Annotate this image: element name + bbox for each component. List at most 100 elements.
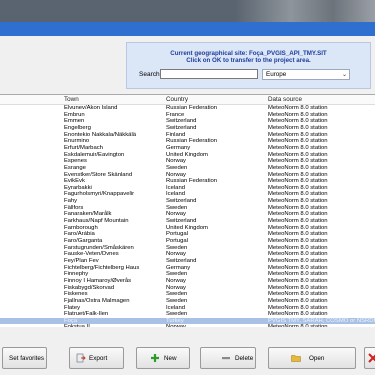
table-row[interactable]: Espenes Norway MeteoNorm 8.0 station xyxy=(0,158,375,165)
data-source-cell: MeteoNorm 8.0 station xyxy=(268,224,328,231)
delete-label: Delete xyxy=(235,355,254,362)
open-label: Open xyxy=(309,355,325,362)
data-source-cell: MeteoNorm 8.0 station xyxy=(268,231,328,238)
data-source-cell: MeteoNorm 8.0 station xyxy=(268,164,328,171)
export-label: Export xyxy=(89,355,108,362)
data-source-cell: MeteoNorm 8.0 station xyxy=(268,297,328,304)
delete-button[interactable]: Delete xyxy=(200,347,256,369)
table-row[interactable]: Evenstker/Store Skänland Norway MeteoNorm … xyxy=(0,172,375,179)
data-source-cell: MeteoNorm 8.0 station xyxy=(268,311,328,318)
table-row[interactable]: Finnoy I Hamaroy/Øverås Norway MeteoNorm 8… xyxy=(0,278,375,285)
town-cell: Embrun xyxy=(64,111,85,118)
column-header-data-source[interactable]: Data source xyxy=(268,96,302,103)
table-row[interactable]: Emmen Switzerland MeteoNorm 8.0 station xyxy=(0,118,375,125)
table-row[interactable]: Eskdalemuir/Eavington United Kingdom Meteo… xyxy=(0,152,375,159)
site-info-box: Current geographical site: Foça_PVGIS_AP… xyxy=(126,42,371,89)
country-cell: Sweden xyxy=(166,311,188,318)
data-source-cell: MeteoNorm 8.0 station xyxy=(268,144,328,151)
country-cell: Sweden xyxy=(166,291,188,298)
town-cell: Esrange xyxy=(64,164,86,171)
data-source-cell: MeteoNorm 8.0 station xyxy=(268,257,328,264)
table-row[interactable]: Farstugrunden/Småskären Sweden MeteoNorm 8… xyxy=(0,245,375,252)
table-row[interactable]: Eyrarbakki Iceland MeteoNorm 8.0 station xyxy=(0,185,375,192)
table-row[interactable]: Farkhaus/Napf Mountain Switzerland MeteoNo… xyxy=(0,218,375,225)
set-favorites-label: Set favorites xyxy=(9,355,44,362)
town-cell: Erfurt/Marbach xyxy=(64,144,103,151)
current-site-text: Current geographical site: Foça_PVGIS_AP… xyxy=(170,50,327,57)
table-row[interactable]: Engelberg Switzerland MeteoNorm 8.0 statio… xyxy=(0,125,375,132)
country-cell: Norway xyxy=(166,211,186,218)
town-cell: Fey/Plan Fev xyxy=(64,257,99,264)
table-row[interactable]: Enurmino Russian Federation MeteoNorm 8.0 … xyxy=(0,138,375,145)
town-cell: EvikEvk xyxy=(64,178,85,185)
table-row[interactable]: Faro/Arábia Portugal MeteoNorm 8.0 station xyxy=(0,231,375,238)
region-select[interactable]: Europe ⌄ xyxy=(262,69,350,80)
new-button[interactable]: New xyxy=(136,347,190,369)
table-row[interactable]: Fällfors Sweden MeteoNorm 8.0 station xyxy=(0,205,375,212)
new-label: New xyxy=(164,355,177,362)
country-cell: Switzerland xyxy=(166,124,197,131)
transfer-hint-text: Click on OK to transfer to the project a… xyxy=(186,57,311,64)
table-row[interactable]: Flatey Iceland MeteoNorm 8.0 station xyxy=(0,305,375,312)
table-row[interactable]: Fjallnas/Ostra Malmagen Sweden MeteoNorm 8… xyxy=(0,298,375,305)
country-cell: United Kingdom xyxy=(166,224,208,231)
cancel-button[interactable] xyxy=(364,347,375,369)
region-select-value: Europe xyxy=(266,71,287,78)
table-row[interactable]: Enontekio Nakkala/Näkkälä Finland MeteoNor… xyxy=(0,132,375,139)
table-row[interactable]: Fanaraken/Marålk Norway MeteoNorm 8.0 stat… xyxy=(0,211,375,218)
table-row[interactable]: Flatruet/Falk-Ilen Sweden MeteoNorm 8.0 st… xyxy=(0,311,375,318)
table-row[interactable]: Fiskenes Sweden MeteoNorm 8.0 station xyxy=(0,291,375,298)
town-cell: Fagurholsmyri/Knappavelir xyxy=(64,191,135,198)
table-row[interactable]: Fichtelberg/Fichtelberg Haus Germany Meteo… xyxy=(0,265,375,272)
table-row[interactable]: Fey/Plan Fev Switzerland MeteoNorm 8.0 sta… xyxy=(0,258,375,265)
table-row[interactable]: Finnephy Sweden MeteoNorm 8.0 station xyxy=(0,271,375,278)
town-cell: Fanaraken/Marålk xyxy=(64,211,112,218)
country-cell: Iceland xyxy=(166,191,185,198)
town-cell: Espenes xyxy=(64,158,87,165)
country-cell: Norway xyxy=(166,158,186,165)
delete-icon xyxy=(222,357,230,360)
folder-icon xyxy=(291,355,301,362)
table-row[interactable]: Fagurholsmyri/Knappavelir Iceland MeteoNor… xyxy=(0,191,375,198)
export-button[interactable]: Export xyxy=(69,347,124,369)
town-cell: Farstugrunden/Småskären xyxy=(64,244,134,251)
town-cell: Fiskenes xyxy=(64,291,88,298)
table-row[interactable]: Elvunev/Akon Island Russian Federation Met… xyxy=(0,105,375,112)
export-icon xyxy=(76,353,86,363)
column-header-country[interactable]: Country xyxy=(166,96,188,103)
town-cell: Flatruet/Falk-Ilen xyxy=(64,311,109,318)
town-cell: Fjallnas/Ostra Malmagen xyxy=(64,297,130,304)
data-source-cell: MeteoNorm 8.0 station xyxy=(268,291,328,298)
table-row[interactable]: Fahy Switzerland MeteoNorm 8.0 station xyxy=(0,198,375,205)
table-row[interactable]: EvikEvk Russian Federation MeteoNorm 8.0 s… xyxy=(0,178,375,185)
table-row[interactable]: Fiskabygd/Skorvad Norway MeteoNorm 8.0 sta… xyxy=(0,285,375,292)
banner-image xyxy=(235,0,375,22)
table-header: Town Country Data source xyxy=(0,95,375,105)
data-source-cell: MeteoNorm 8.0 station xyxy=(268,198,328,205)
data-source-cell: MeteoNorm 8.0 station xyxy=(268,158,328,165)
table-row[interactable]: Faro/Garganta Portugal MeteoNorm 8.0 stati… xyxy=(0,238,375,245)
window-title-bar xyxy=(0,22,375,36)
table-row[interactable]: Farnborough United Kingdom MeteoNorm 8.0 s… xyxy=(0,225,375,232)
sites-table: Town Country Data source Elvunev/Akon Is… xyxy=(0,94,375,328)
country-cell: Germany xyxy=(166,264,191,271)
set-favorites-button[interactable]: Set favorites xyxy=(2,347,47,369)
data-source-cell: MeteoNorm 8.0 station xyxy=(268,131,328,138)
table-row[interactable]: Fauske-Veten/Dvnes Norway MeteoNorm 8.0 st… xyxy=(0,251,375,258)
table-row[interactable]: Foça Turkey PVGIS TMY, SARAH, COSMO or NSR… xyxy=(0,317,375,325)
column-header-town[interactable]: Town xyxy=(64,96,79,103)
table-row[interactable]: Esrange Sweden MeteoNorm 8.0 station xyxy=(0,165,375,172)
town-cell: Faro/Arábia xyxy=(64,231,95,238)
open-button[interactable]: Open xyxy=(268,347,356,369)
data-source-cell: MeteoNorm 8.0 station xyxy=(268,178,328,185)
town-cell: Engelberg xyxy=(64,124,91,131)
table-row[interactable]: Embrun France MeteoNorm 8.0 station xyxy=(0,112,375,119)
table-row[interactable]: Erfurt/Marbach Germany MeteoNorm 8.0 stati… xyxy=(0,145,375,152)
country-cell: Russian Federation xyxy=(166,178,218,185)
search-input[interactable] xyxy=(160,69,258,79)
country-cell: Switzerland xyxy=(166,198,197,205)
country-cell: France xyxy=(166,111,185,118)
close-icon xyxy=(368,353,375,363)
search-label: Search xyxy=(139,71,160,78)
chevron-down-icon: ⌄ xyxy=(341,72,347,78)
